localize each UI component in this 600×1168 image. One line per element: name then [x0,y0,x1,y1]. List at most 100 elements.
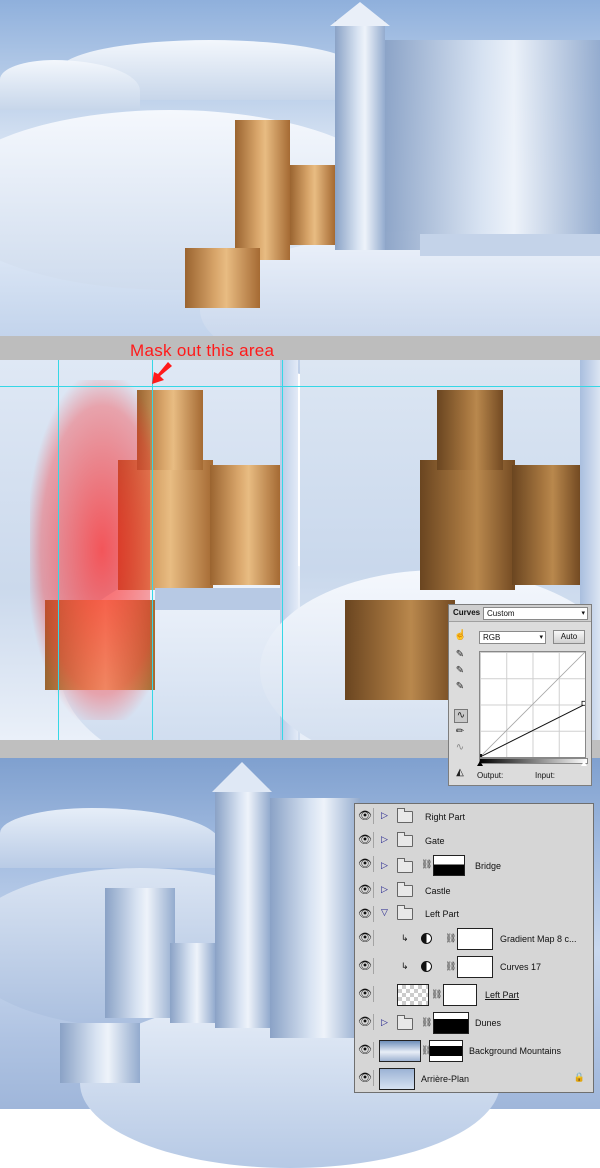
visibility-eye-icon[interactable]: 👁 [357,1042,374,1058]
layer-row[interactable]: 👁 ↳ ⛓ Curves 17 [355,952,593,981]
layer-thumbnail[interactable] [397,984,429,1006]
visibility-eye-icon[interactable]: 👁 [357,856,374,872]
gradient-bar [479,758,588,764]
layer-row[interactable]: 👁 ▷ ⛓ Dunes [355,1008,593,1037]
layer-name: Gradient Map 8 c... [500,934,577,944]
curves-header: Curves Custom ▾ [449,605,591,622]
layer-mask-thumbnail[interactable] [433,1012,469,1034]
target-adjust-hand-icon[interactable]: ☝ [454,630,466,642]
folder-icon [397,808,413,823]
layer-mask-thumbnail[interactable] [429,1040,463,1062]
layer-row[interactable]: 👁 ↳ ⛓ Gradient Map 8 c... [355,924,593,953]
guide-line-vertical [282,360,283,740]
layer-name: Curves 17 [500,962,542,972]
gray-eyedropper-icon[interactable]: ✎ [454,665,466,677]
visibility-eye-icon[interactable]: 👁 [357,906,374,922]
curves-title: Curves [453,608,481,617]
annotation-arrow-icon [152,362,172,384]
annotation-text: Mask out this area [130,341,275,360]
folder-icon [397,1015,413,1030]
white-point-slider[interactable] [581,761,587,766]
collapse-triangle-icon[interactable]: ▽ [381,907,388,918]
layer-mask-thumbnail[interactable] [457,956,493,978]
visibility-eye-icon[interactable]: 👁 [357,986,374,1002]
layer-row[interactable]: 👁 ▽ Left Part [355,902,593,925]
curve-point[interactable] [581,700,585,706]
folder-icon [397,858,413,873]
histogram-options-icon[interactable]: ◭ [454,767,466,779]
visibility-eye-icon[interactable]: 👁 [357,832,374,848]
black-point-slider[interactable] [477,761,483,766]
expand-triangle-icon[interactable]: ▷ [381,810,388,821]
layer-name: Castle [425,886,451,896]
curve-graph[interactable] [479,651,586,758]
curves-panel: Curves Custom ▾ ☝ RGB ▾ Auto ✎ ✎ ✎ ∿ ✏ ∿… [448,604,592,786]
channel-value: RGB [483,633,501,642]
separator-band [0,336,600,360]
layer-row[interactable]: 👁 ▷ Gate [355,828,593,853]
layer-mask-thumbnail[interactable] [457,928,493,950]
layer-name: Dunes [475,1018,502,1028]
layer-row[interactable]: 👁 ⛓ Background Mountains [355,1036,593,1065]
expand-triangle-icon[interactable]: ▷ [381,1017,388,1028]
expand-triangle-icon[interactable]: ▷ [381,884,388,895]
mask-highlight [30,380,150,720]
guide-line-horizontal [0,386,600,387]
layer-name: Arrière-Plan [421,1074,470,1084]
folder-icon [397,832,413,847]
layer-name: Background Mountains [469,1046,562,1056]
layer-name: Bridge [475,861,502,871]
visibility-eye-icon[interactable]: 👁 [357,1014,374,1030]
layer-row[interactable]: 👁 ▷ Castle [355,878,593,903]
auto-button[interactable]: Auto [553,630,585,644]
link-icon: ⛓ [421,1017,433,1027]
link-icon: ⛓ [445,933,457,943]
clipping-arrow-icon: ↳ [401,933,409,943]
output-label: Output: [477,771,504,780]
link-icon: ⛓ [421,859,433,869]
guide-line-vertical [152,360,153,740]
guide-line-vertical [58,360,59,740]
visibility-eye-icon[interactable]: 👁 [357,930,374,946]
layer-mask-thumbnail[interactable] [443,984,477,1006]
layer-row[interactable]: 👁 Arrière-Plan 🔒 [355,1064,593,1092]
expand-triangle-icon[interactable]: ▷ [381,860,388,871]
layers-panel: 👁 ▷ Right Part 👁 ▷ Gate 👁 ▷ ⛓ Bridge 👁 ▷… [354,803,594,1093]
curve-line[interactable] [480,703,585,757]
preset-value: Custom [487,609,515,618]
scene-left-image [0,360,420,780]
layer-row[interactable]: 👁 ▷ Right Part [355,804,593,829]
folder-icon [397,905,413,920]
lock-icon: 🔒 [573,1072,585,1082]
link-icon: ⛓ [445,961,457,971]
visibility-eye-icon[interactable]: 👁 [357,808,374,824]
input-label: Input: [535,771,556,780]
pencil-icon[interactable]: ✏ [454,726,466,738]
black-eyedropper-icon[interactable]: ✎ [454,649,466,661]
layer-name: Left Part [485,990,520,1000]
channel-dropdown[interactable]: RGB ▾ [479,631,546,644]
visibility-eye-icon[interactable]: 👁 [357,882,374,898]
layer-row[interactable]: 👁 ⛓ Left Part [355,980,593,1009]
expand-triangle-icon[interactable]: ▷ [381,834,388,845]
visibility-eye-icon[interactable]: 👁 [357,958,374,974]
scene-top-image [0,0,600,390]
visibility-eye-icon[interactable]: 👁 [357,1070,374,1086]
layer-name: Left Part [425,909,460,919]
adjustment-layer-icon [421,933,432,944]
white-eyedropper-icon[interactable]: ✎ [454,681,466,693]
layer-thumbnail[interactable] [379,1068,415,1090]
preset-dropdown[interactable]: Custom ▾ [483,607,588,620]
layer-thumbnail[interactable] [379,1040,421,1062]
layer-name: Right Part [425,812,466,822]
layer-row[interactable]: 👁 ▷ ⛓ Bridge [355,852,593,879]
curve-edit-icon[interactable]: ∿ [454,709,468,723]
layer-name: Gate [425,836,445,846]
smooth-icon[interactable]: ∿ [454,742,466,754]
layer-mask-thumbnail[interactable] [433,855,465,876]
chevron-down-icon: ▾ [581,610,585,617]
clipping-arrow-icon: ↳ [401,961,409,971]
folder-icon [397,882,413,897]
curve-point[interactable] [480,754,482,757]
chevron-down-icon: ▾ [539,634,543,641]
